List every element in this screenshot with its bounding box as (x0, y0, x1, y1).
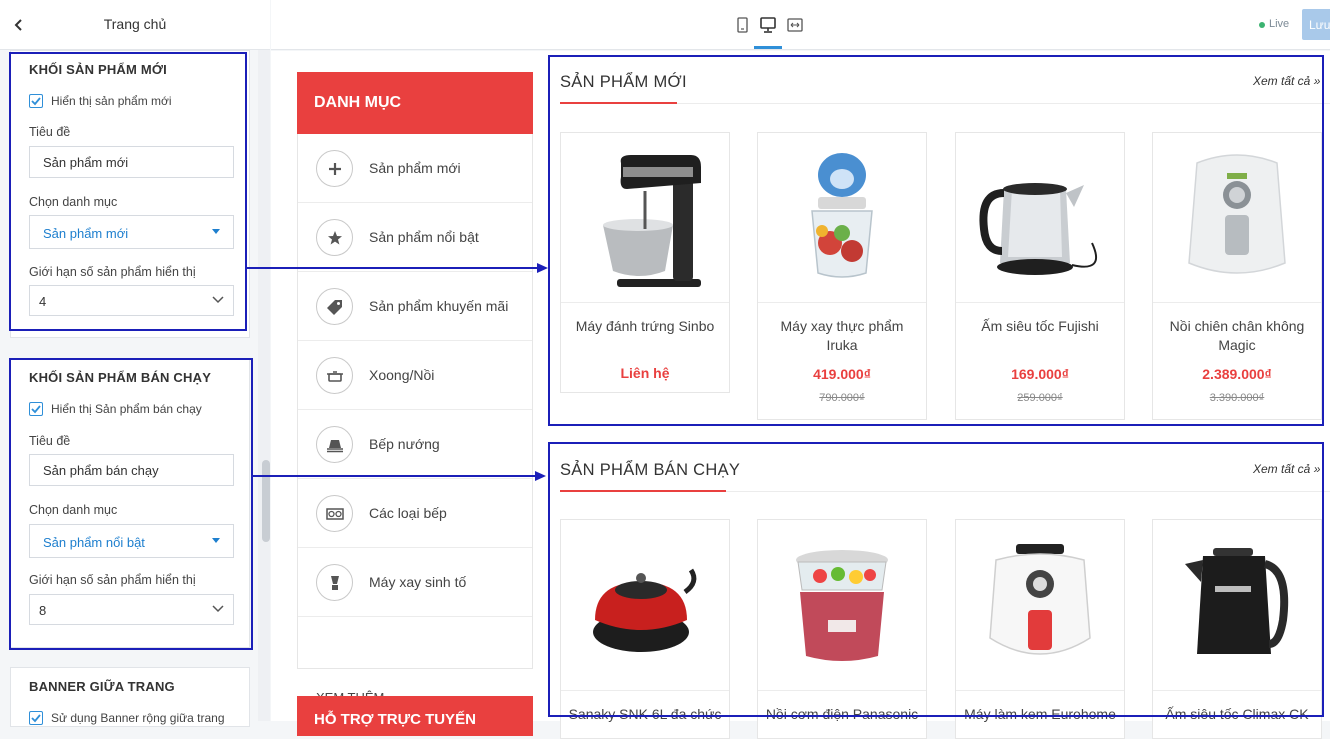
category-label: Các loại bếp (369, 505, 447, 521)
online-support-header: HỖ TRỢ TRỰC TUYẾN (297, 696, 533, 736)
category-item-stoves[interactable]: Các loại bếp (298, 479, 532, 548)
highlight-box-best-settings (9, 358, 253, 650)
plus-icon (316, 150, 353, 187)
category-label: Máy xay sinh tố (369, 574, 467, 590)
mobile-view-icon[interactable] (733, 15, 751, 35)
stove-icon (316, 495, 353, 532)
grill-icon (316, 426, 353, 463)
category-item-featured[interactable]: Sản phẩm nổi bật (298, 203, 532, 272)
category-label: Sản phẩm nổi bật (369, 229, 479, 245)
live-status-dot (1259, 22, 1265, 28)
desktop-view-icon[interactable] (759, 15, 777, 35)
category-item-grill[interactable]: Bếp nướng (298, 410, 532, 479)
use-banner-label: Sử dụng Banner rộng giữa trang (51, 711, 225, 725)
check-icon (31, 714, 41, 723)
category-label: Xoong/Nồi (369, 367, 435, 383)
category-item-promo[interactable]: Sản phẩm khuyến mãi (298, 272, 532, 341)
settings-title: Trang chủ (103, 16, 167, 32)
banner-heading: BANNER GIỮA TRANG (29, 679, 175, 694)
tag-icon (316, 288, 353, 325)
highlight-box-best-products (548, 442, 1324, 717)
settings-header: Trang chủ (0, 0, 270, 50)
category-menu: Sản phẩm mới Sản phẩm nổi bật Sản phẩm k… (297, 134, 533, 705)
fullwidth-view-icon[interactable] (786, 15, 804, 35)
star-icon (316, 219, 353, 256)
category-menu-header: DANH MỤC (297, 72, 533, 134)
active-view-indicator (754, 46, 782, 49)
save-button[interactable]: Lưu (1302, 9, 1330, 40)
preview-toolbar: Live Lưu (271, 0, 1330, 50)
use-banner-checkbox[interactable] (29, 711, 43, 725)
category-label: Sản phẩm khuyến mãi (369, 298, 509, 314)
live-status-label: Live (1269, 18, 1290, 30)
settings-scrollbar-track[interactable] (258, 50, 270, 721)
highlight-box-new-products (548, 55, 1324, 426)
banner-settings-card: BANNER GIỮA TRANG Sử dụng Banner rộng gi… (10, 667, 250, 727)
category-item-pots[interactable]: Xoong/Nồi (298, 341, 532, 410)
category-item-new[interactable]: Sản phẩm mới (298, 134, 532, 203)
category-label: Bếp nướng (369, 436, 440, 452)
highlight-box-new-settings (9, 52, 247, 331)
settings-scrollbar-thumb[interactable] (262, 460, 270, 542)
pot-icon (316, 357, 353, 394)
category-label: Sản phẩm mới (369, 160, 461, 176)
blender-icon (316, 564, 353, 601)
category-item-blender[interactable]: Máy xay sinh tố (298, 548, 532, 617)
